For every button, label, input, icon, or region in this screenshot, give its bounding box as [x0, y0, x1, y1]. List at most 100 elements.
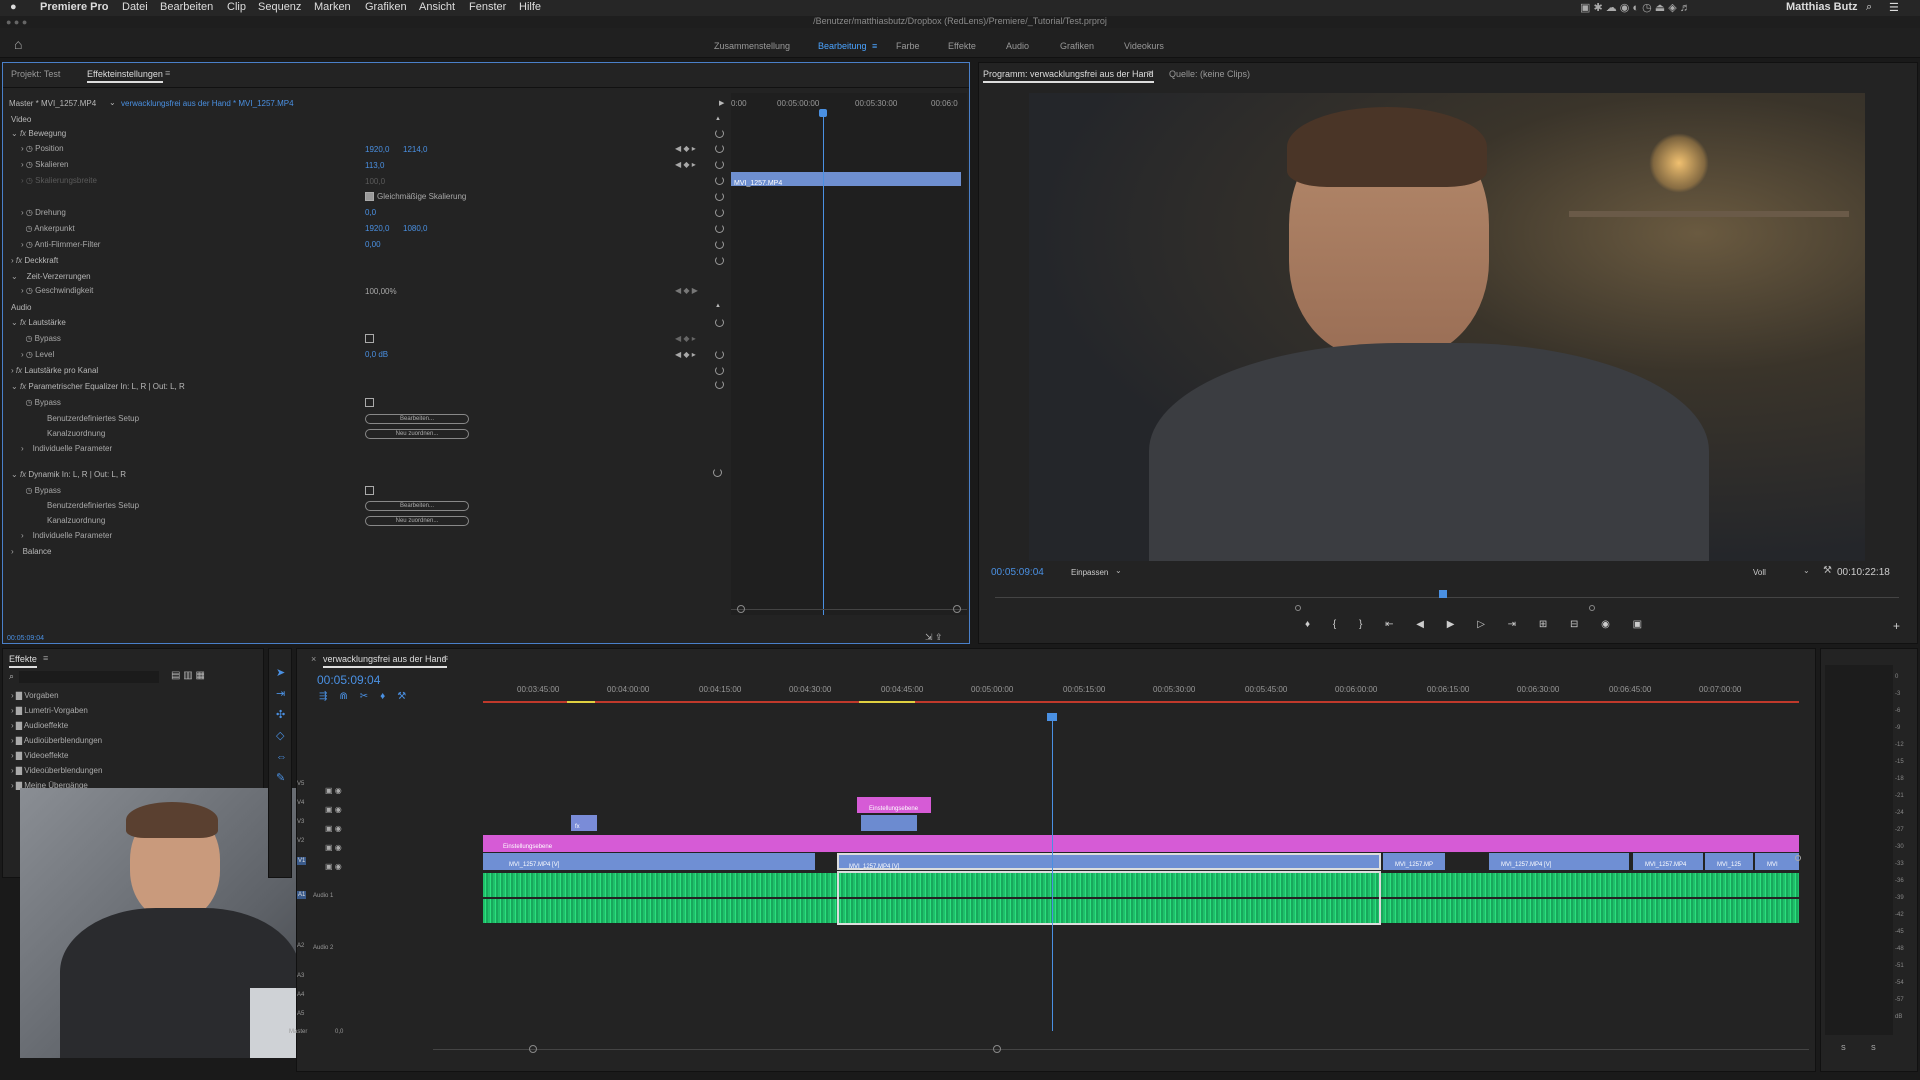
workspace-bearbeitung[interactable]: Bearbeitung — [818, 41, 867, 51]
track-v3[interactable]: V3 — [297, 819, 304, 825]
clip-v1-3[interactable]: MVI_1257.MP — [1383, 853, 1445, 870]
position-y[interactable]: 1214,0 — [403, 145, 427, 158]
fit-chevron-icon[interactable]: ⌄ — [1115, 566, 1122, 575]
search-icon[interactable]: ⌕ — [1866, 1, 1872, 14]
reset-anker-icon[interactable] — [715, 224, 724, 233]
folder-videoeffekte[interactable]: › ▇ Videoeffekte — [11, 751, 68, 765]
traffic-lights[interactable]: ● ● ● — [6, 17, 27, 27]
fx-lautstaerke-kanal[interactable]: › fx Lautstärke pro Kanal — [11, 366, 98, 379]
ec-export-icons[interactable]: ⇲ ⇪ — [925, 632, 943, 643]
keyframe-nav-geschw[interactable]: ◀ ◆ ▶ — [675, 286, 698, 299]
timeline-scroll-left[interactable] — [529, 1045, 537, 1053]
workspace-videokurs[interactable]: Videokurs — [1124, 41, 1164, 51]
workspace-grafiken[interactable]: Grafiken — [1060, 41, 1094, 51]
anker-y[interactable]: 1080,0 — [403, 224, 427, 237]
track-toggle-icons[interactable]: ▣ ◉ ▣ ◉ ▣ ◉ ▣ ◉ ▣ ◉ — [325, 781, 342, 876]
apple-icon[interactable]: ● — [10, 1, 17, 13]
folder-vorgaben[interactable]: › ▇ Vorgaben — [11, 691, 59, 705]
track-a1[interactable]: A1 — [297, 891, 307, 899]
ec-scrollbar[interactable] — [731, 609, 967, 610]
timeline-tool-icons[interactable]: ⇶⋒✂♦⚒ — [319, 691, 418, 702]
tool-icons[interactable]: ➤ ⇥ ✣ ◇ ⇔ ✎ — [276, 663, 288, 789]
menu-clip[interactable]: Clip — [227, 1, 246, 13]
workspace-menu-icon[interactable]: ≡ — [872, 41, 877, 51]
tab-source[interactable]: Quelle: (keine Clips) — [1169, 69, 1250, 79]
timeline-playhead[interactable] — [1052, 715, 1053, 1031]
bypass-checkbox-3[interactable] — [365, 486, 374, 495]
clip-v3-mid[interactable] — [861, 815, 917, 831]
fx-zeitverzerrung[interactable]: ⌄ Zeit-Verzerrungen — [11, 272, 91, 285]
ec-playhead-handle[interactable] — [819, 109, 827, 117]
ec-scroll-left-handle[interactable] — [737, 605, 745, 613]
folder-audioeffekte[interactable]: › ▇ Audioeffekte — [11, 721, 68, 735]
folder-lumetri[interactable]: › ▇ Lumetri-Vorgaben — [11, 706, 88, 720]
sequence-clip-label[interactable]: verwacklungsfrei aus der Hand * MVI_1257… — [121, 99, 294, 108]
workspace-effekte[interactable]: Effekte — [948, 41, 976, 51]
bypass-checkbox-2[interactable] — [365, 398, 374, 407]
eq-edit-button[interactable]: Bearbeiten... — [365, 414, 469, 424]
timeline-scrollbar[interactable] — [433, 1049, 1809, 1050]
level-value[interactable]: 0,0 dB — [365, 350, 388, 363]
fx-deckkraft[interactable]: › fx Deckkraft — [11, 256, 58, 269]
anti-flimmer-value[interactable]: 0,00 — [365, 240, 381, 253]
zoom-right-handle[interactable] — [1589, 605, 1595, 611]
chevron-down-icon[interactable]: ⌄ — [109, 98, 116, 107]
reset-bewegung-icon[interactable] — [715, 129, 724, 138]
menu-ansicht[interactable]: Ansicht — [419, 1, 455, 13]
clip-v1-1[interactable]: MVI_1257.MP4 [V] — [483, 853, 815, 870]
track-a3[interactable]: A3 — [297, 973, 304, 979]
menu-datei[interactable]: Datei — [122, 1, 148, 13]
search-icon[interactable]: ⌕ — [9, 671, 14, 682]
workspace-audio[interactable]: Audio — [1006, 41, 1029, 51]
quality-dropdown[interactable]: Voll — [1753, 568, 1766, 577]
fx-balance[interactable]: › Balance — [11, 547, 51, 560]
tab-effects[interactable]: Effekte — [9, 654, 37, 668]
ec-scroll-right-handle[interactable] — [953, 605, 961, 613]
menu-bearbeiten[interactable]: Bearbeiten — [160, 1, 213, 13]
reset-dynamik-icon[interactable] — [713, 468, 722, 477]
keyframe-nav-bypass[interactable]: ◀ ◆ ▸ — [675, 334, 696, 347]
reset-lautkanal-icon[interactable] — [715, 366, 724, 375]
anker-x[interactable]: 1920,0 — [365, 224, 389, 237]
collapse-audio-icon[interactable]: ▲ — [715, 303, 721, 309]
wrench-icon[interactable]: ⚒ — [1823, 565, 1832, 576]
clip-v1-5[interactable]: MVI_1257.MP4 — [1633, 853, 1703, 870]
effects-search-input[interactable] — [19, 671, 159, 683]
reset-position-icon[interactable] — [715, 144, 724, 153]
quality-chevron-icon[interactable]: ⌄ — [1803, 566, 1810, 575]
program-menu-icon[interactable]: ≡ — [1147, 68, 1152, 78]
reset-eq-icon[interactable] — [715, 380, 724, 389]
track-v1[interactable]: V1 — [297, 857, 307, 865]
clip-v1-7[interactable]: MVI — [1755, 853, 1799, 870]
reset-uniform-icon[interactable] — [715, 192, 724, 201]
reset-flimmer-icon[interactable] — [715, 240, 724, 249]
timeline-playhead-handle[interactable] — [1047, 713, 1057, 721]
clip-adjustment-v4[interactable]: Einstellungsebene — [857, 797, 931, 813]
fx-bewegung[interactable]: ⌄ fx Bewegung — [11, 129, 66, 142]
ec-bottom-timecode[interactable]: 00:05:09:04 — [7, 635, 44, 642]
track-a2[interactable]: A2 — [297, 943, 304, 949]
status-icons[interactable]: ▣ ✱ ☁ ◉ ◐ ◷ ⏏ ◈ ♬ — [1580, 1, 1691, 14]
timeline-scroll-right[interactable] — [993, 1045, 1001, 1053]
effects-menu-icon[interactable]: ≡ — [43, 653, 48, 663]
reset-skalbreite-icon[interactable] — [715, 176, 724, 185]
clip-v1-selected[interactable]: MVI_1257.MP4 [V] — [837, 853, 1381, 870]
track-v5[interactable]: V5 — [297, 781, 304, 787]
geschwindigkeit-value[interactable]: 100,00% — [365, 287, 397, 300]
workspace-farbe[interactable]: Farbe — [896, 41, 920, 51]
panel-menu-icon[interactable]: ≡ — [165, 68, 170, 78]
bypass-checkbox-1[interactable] — [365, 334, 374, 343]
home-icon[interactable]: ⌂ — [14, 36, 22, 52]
dyn-edit-button[interactable]: Bearbeiten... — [365, 501, 469, 511]
track-end-handle[interactable] — [1795, 855, 1801, 861]
eq-individual[interactable]: › Individuelle Parameter — [21, 444, 112, 457]
track-a5[interactable]: A5 — [297, 1011, 304, 1017]
folder-audiouebergang[interactable]: › ▇ Audioüberblendungen — [11, 736, 102, 750]
tab-sequence[interactable]: verwacklungsfrei aus der Hand — [323, 654, 447, 668]
menu-fenster[interactable]: Fenster — [469, 1, 506, 13]
reset-level-icon[interactable] — [715, 350, 724, 359]
app-menu[interactable]: Premiere Pro — [40, 1, 108, 13]
transport-controls[interactable]: ♦ { } ⇤ ◀ ▶ ▷ ⇥ ⊞ ⊟ ◉ ▣ — [1305, 619, 1652, 630]
dyn-reassign-button[interactable]: Neu zuordnen... — [365, 516, 469, 526]
workspace-zusammenstellung[interactable]: Zusammenstellung — [714, 41, 790, 51]
